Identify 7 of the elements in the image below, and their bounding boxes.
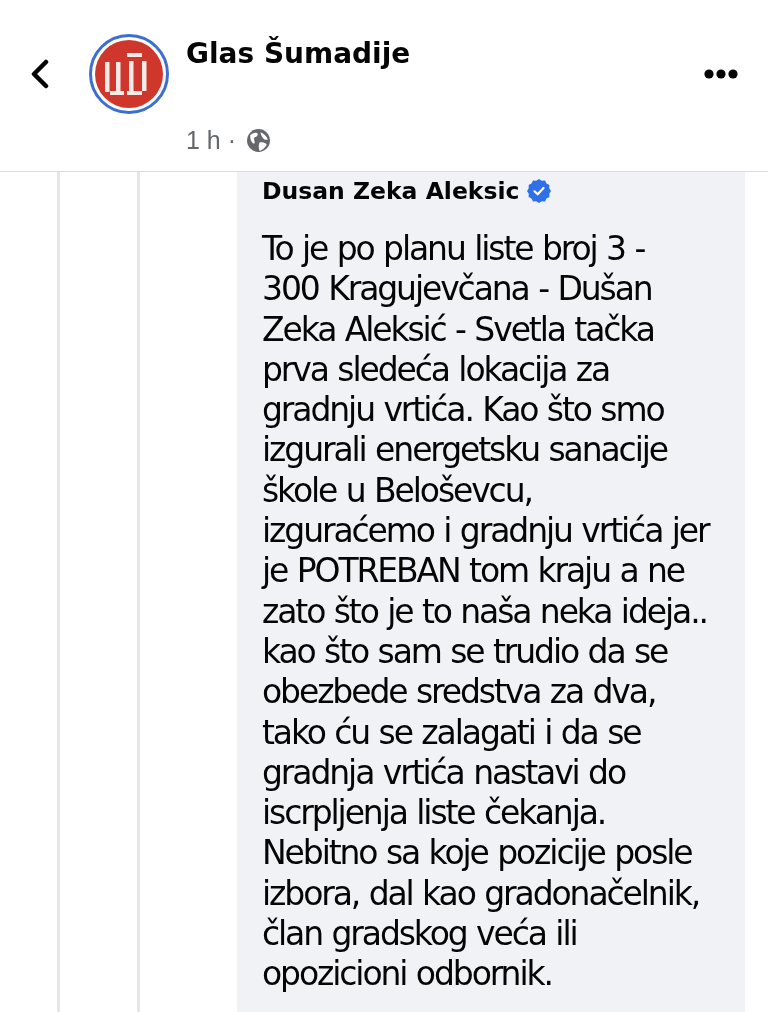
comment-text: To je po planu liste broj 3 - 300 Kragujevčana - Dušan Zeka Aleksić - Svetla tačka prva sledeća lokacija za gradnju vrtića. Kao što smo izgurali energetsku sanacije škole u Beloševcu, izguraćemo i gradnju vrtića jer je POTREBAN tom kraju a ne zato što je to naša neka ideja.. kao što sam se trudio da se obezbede sredstva za dva, tako ću se zalagati i da se gradnja vrtića nastavi do iscrpljenja liste čekanja. Nebitno sa koje pozicije posle izbora, dal kao gradonačelnik, član gradskog veća ili opozicioni odbornik. (262, 229, 710, 995)
more-dots-icon (704, 69, 738, 79)
page-name[interactable]: Glas Šumadije (186, 36, 411, 72)
globe-icon (246, 127, 272, 153)
post-time: 1 h · (186, 125, 237, 155)
comment-author[interactable]: Dusan Zeka Aleksic (262, 176, 520, 206)
back-chevron-icon (31, 59, 49, 89)
